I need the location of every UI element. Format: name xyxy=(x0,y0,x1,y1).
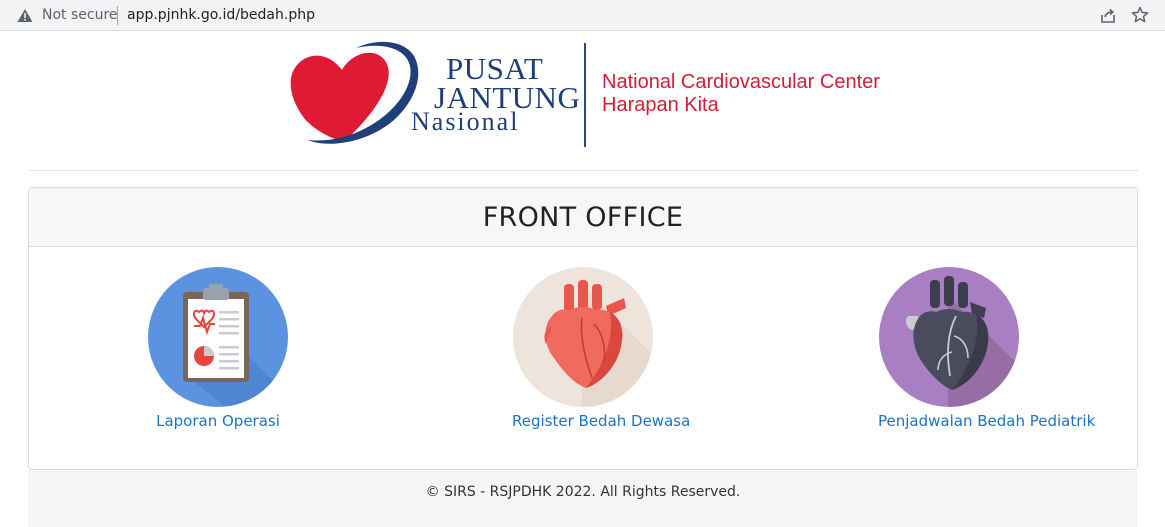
security-status[interactable]: Not secure xyxy=(42,7,118,23)
logo-text-nasional: Nasional xyxy=(411,107,520,136)
menu-item-register-bedah-dewasa[interactable]: Register Bedah Dewasa xyxy=(512,266,690,430)
menu-label-register-bedah-dewasa[interactable]: Register Bedah Dewasa xyxy=(512,412,690,430)
footer-copyright: © SIRS - RSJPDHK 2022. All Rights Reserv… xyxy=(425,484,741,500)
menu-item-laporan-operasi[interactable]: Laporan Operasi xyxy=(147,266,289,430)
menu-label-penjadwalan-bedah-pediatrik[interactable]: Penjadwalan Bedah Pediatrik xyxy=(878,412,1095,430)
bookmark-star-icon[interactable] xyxy=(1131,6,1149,24)
front-office-panel: FRONT OFFICE Laporan Operasi Register Be… xyxy=(28,187,1138,470)
browser-address-bar: Not secure app.pjnhk.go.id/bedah.php xyxy=(0,0,1165,31)
address-separator xyxy=(117,6,118,25)
logo-english-line2: Harapan Kita xyxy=(602,94,719,116)
menu-item-penjadwalan-bedah-pediatrik[interactable]: Penjadwalan Bedah Pediatrik xyxy=(878,266,1095,430)
share-icon[interactable] xyxy=(1099,7,1117,25)
heart-pediatric-icon[interactable] xyxy=(878,266,1020,408)
site-header: PUSAT JANTUNG Nasional National Cardiova… xyxy=(0,31,1165,165)
logo-divider xyxy=(584,43,586,147)
heart-logo-icon xyxy=(290,41,419,144)
panel-header: FRONT OFFICE xyxy=(29,188,1137,247)
header-divider xyxy=(28,170,1138,171)
clipboard-report-icon[interactable] xyxy=(147,266,289,408)
heart-adult-icon[interactable] xyxy=(512,266,654,408)
footer: © SIRS - RSJPDHK 2022. All Rights Reserv… xyxy=(28,471,1138,527)
panel-title: FRONT OFFICE xyxy=(482,202,684,233)
logo-english-line1: National Cardiovascular Center xyxy=(602,71,880,93)
url-field[interactable]: app.pjnhk.go.id/bedah.php xyxy=(127,7,315,23)
menu-label-laporan-operasi[interactable]: Laporan Operasi xyxy=(147,412,289,430)
warning-icon[interactable] xyxy=(17,8,33,23)
